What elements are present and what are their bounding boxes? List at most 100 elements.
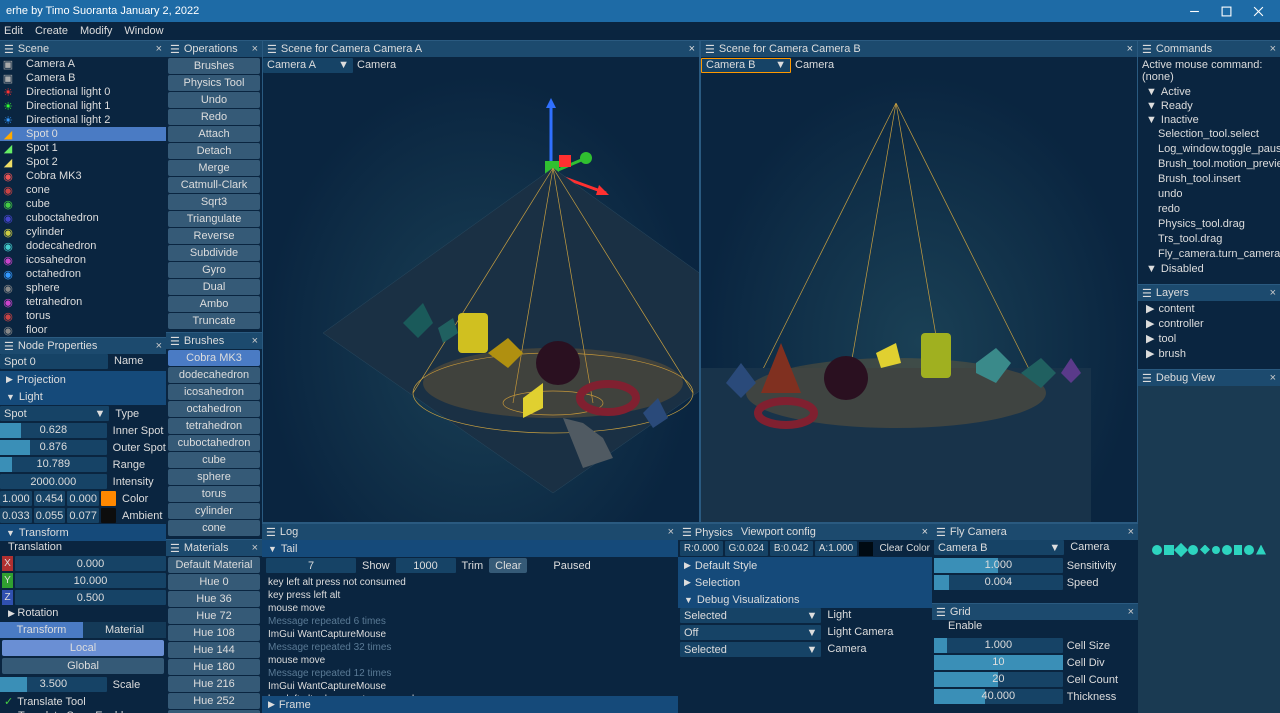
log-frame-section[interactable]: ▶Frame — [262, 696, 678, 713]
close-button[interactable] — [1242, 0, 1274, 22]
scene-item[interactable]: ◉octahedron — [0, 267, 166, 281]
range-slider[interactable]: 10.789 — [0, 457, 107, 472]
op-button[interactable]: Triangulate — [168, 211, 260, 227]
selection-section[interactable]: ▶Selection — [678, 574, 932, 591]
op-button[interactable]: Truncate — [168, 313, 260, 329]
log-show-count[interactable]: 7 — [266, 558, 356, 573]
op-button[interactable]: Ambo — [168, 296, 260, 312]
op-button[interactable]: Detach — [168, 143, 260, 159]
close-icon[interactable]: × — [922, 526, 928, 538]
op-button[interactable]: Physics Tool — [168, 75, 260, 91]
ambient-swatch[interactable] — [101, 508, 116, 523]
cmd-active[interactable]: ▼Active — [1138, 85, 1280, 99]
commands-header[interactable]: ☰ Commands × — [1138, 40, 1280, 57]
command-item[interactable]: Trs_tool.drag — [1138, 232, 1280, 247]
op-button[interactable]: Subdivide — [168, 245, 260, 261]
close-icon[interactable]: × — [1270, 287, 1276, 299]
node-props-header[interactable]: ☰ Node Properties × — [0, 337, 166, 354]
viewport-b-header[interactable]: ☰ Scene for Camera Camera B × — [701, 41, 1137, 57]
translate-tool-check[interactable]: ✓Translate Tool — [0, 693, 166, 710]
layer-item[interactable]: ▶controller — [1138, 316, 1280, 331]
layer-item[interactable]: ▶brush — [1138, 346, 1280, 361]
viz-light-mode[interactable]: Selected▼ — [680, 608, 821, 623]
color-b[interactable]: 0.000 — [67, 491, 99, 506]
op-button[interactable]: Brushes — [168, 58, 260, 74]
op-button[interactable]: Sqrt3 — [168, 194, 260, 210]
debug-view-canvas[interactable] — [1138, 386, 1280, 713]
menu-edit[interactable]: Edit — [4, 25, 23, 37]
local-button[interactable]: Local — [2, 640, 164, 656]
close-icon[interactable]: × — [689, 43, 695, 55]
material-button[interactable]: Hue 144 — [168, 642, 260, 658]
cmd-ready[interactable]: ▼Ready — [1138, 99, 1280, 113]
operations-header[interactable]: ☰ Operations × — [166, 40, 262, 57]
tx-input[interactable]: 0.000 — [15, 556, 166, 571]
scene-item[interactable]: ◉cone — [0, 183, 166, 197]
inner-spot-slider[interactable]: 0.628 — [0, 423, 107, 438]
cell-div-slider[interactable]: 10 — [934, 655, 1063, 670]
viewport-a-header[interactable]: ☰ Scene for Camera Camera A × — [263, 41, 699, 57]
command-item[interactable]: undo — [1138, 187, 1280, 202]
sensitivity-slider[interactable]: 1.000 — [934, 558, 1063, 573]
viewport-a-camera-dropdown[interactable]: Camera A▼ — [263, 58, 353, 73]
scene-item[interactable]: ◉torus — [0, 309, 166, 323]
command-item[interactable]: Fly_camera.turn_camera — [1138, 247, 1280, 262]
scene-panel-header[interactable]: ☰ Scene × — [0, 40, 166, 57]
material-button[interactable]: Hue 36 — [168, 591, 260, 607]
debug-viz-section[interactable]: ▼Debug Visualizations — [678, 591, 932, 608]
op-button[interactable]: Reverse — [168, 228, 260, 244]
materials-header[interactable]: ☰ Materials × — [166, 539, 262, 556]
layer-item[interactable]: ▶content — [1138, 301, 1280, 316]
brush-button[interactable]: Cobra MK3 — [168, 350, 260, 366]
scene-item[interactable]: ◉cube — [0, 197, 166, 211]
material-button[interactable]: Default Material — [168, 557, 260, 573]
log-tail-section[interactable]: ▼Tail — [262, 540, 678, 557]
menu-modify[interactable]: Modify — [80, 25, 112, 37]
material-button[interactable]: Hue 216 — [168, 676, 260, 692]
command-item[interactable]: Log_window.toggle_pause — [1138, 142, 1280, 157]
scale-slider[interactable]: 3.500 — [0, 677, 107, 692]
brush-button[interactable]: icosahedron — [168, 384, 260, 400]
brush-button[interactable]: octahedron — [168, 401, 260, 417]
cell-count-slider[interactable]: 20 — [934, 672, 1063, 687]
material-button[interactable]: Hue 0 — [168, 574, 260, 590]
light-type-dropdown[interactable]: Spot▼ — [0, 406, 109, 421]
close-icon[interactable]: × — [1270, 372, 1276, 384]
close-icon[interactable]: × — [252, 542, 258, 554]
op-button[interactable]: Redo — [168, 109, 260, 125]
scene-item[interactable]: ◉floor — [0, 323, 166, 337]
layer-item[interactable]: ▶tool — [1138, 331, 1280, 346]
tab-material[interactable]: Material — [83, 622, 166, 638]
op-button[interactable]: Attach — [168, 126, 260, 142]
ambient-r[interactable]: 0.033 — [0, 508, 32, 523]
viz-camera-mode[interactable]: Selected▼ — [680, 642, 821, 657]
ambient-b[interactable]: 0.077 — [67, 508, 99, 523]
brushes-header[interactable]: ☰ Brushes × — [166, 332, 262, 349]
close-icon[interactable]: × — [1127, 43, 1133, 55]
grid-enable-check[interactable]: Enable — [932, 620, 1138, 637]
scene-item[interactable]: ◉dodecahedron — [0, 239, 166, 253]
cell-size-slider[interactable]: 1.000 — [934, 638, 1063, 653]
paused-check[interactable]: Paused — [553, 560, 590, 572]
transform-section[interactable]: ▼Transform — [0, 524, 166, 541]
fly-camera-header[interactable]: ☰ Fly Camera × — [932, 523, 1138, 540]
color-r[interactable]: 1.000 — [0, 491, 32, 506]
scene-item[interactable]: ☀Directional light 0 — [0, 85, 166, 99]
color-g[interactable]: 0.454 — [34, 491, 66, 506]
command-item[interactable]: Brush_tool.insert — [1138, 172, 1280, 187]
viz-lightcam-mode[interactable]: Off▼ — [680, 625, 821, 640]
close-icon[interactable]: × — [1128, 606, 1134, 618]
log-header[interactable]: ☰ Log × — [262, 523, 678, 540]
thickness-slider[interactable]: 40.000 — [934, 689, 1063, 704]
brush-button[interactable]: cylinder — [168, 503, 260, 519]
menu-create[interactable]: Create — [35, 25, 68, 37]
tab-viewport-config[interactable]: Viewport config — [741, 526, 816, 538]
ambient-g[interactable]: 0.055 — [34, 508, 66, 523]
scene-item[interactable]: ◢Spot 2 — [0, 155, 166, 169]
material-button[interactable]: Hue 180 — [168, 659, 260, 675]
maximize-button[interactable] — [1210, 0, 1242, 22]
close-icon[interactable]: × — [1270, 43, 1276, 55]
scene-item[interactable]: ◉cylinder — [0, 225, 166, 239]
default-style-section[interactable]: ▶Default Style — [678, 557, 932, 574]
close-icon[interactable]: × — [156, 340, 162, 352]
